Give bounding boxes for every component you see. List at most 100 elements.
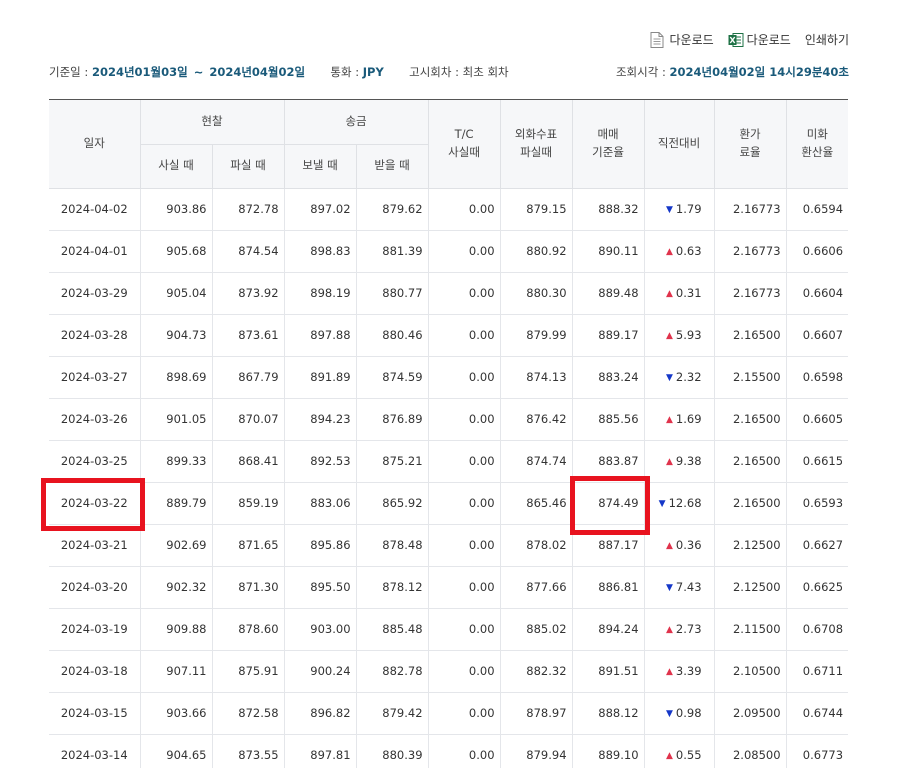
cell-check: 879.15 [500, 188, 573, 231]
cell-change: ▼ 0.98 [644, 692, 715, 735]
cell-remit-send: 891.89 [284, 356, 357, 399]
header-cash: 현찰 [140, 100, 285, 145]
cell-cash-sell: 870.07 [212, 398, 285, 441]
cell-cash-sell: 873.55 [212, 734, 285, 768]
cell-usd-rate: 0.6607 [786, 314, 849, 357]
query-conditions: 기준일 : 2024년01월03일 ~2024년04월02일 통화 : JPY 고… [49, 64, 509, 80]
cell-base-rate: 889.17 [572, 314, 645, 357]
cell-remit-receive: 878.12 [356, 566, 429, 609]
cell-change: ▲ 0.31 [644, 272, 715, 315]
cell-tc: 0.00 [428, 188, 501, 231]
cell-usd-rate: 0.6593 [786, 482, 849, 525]
cell-change: ▼ 12.68 [644, 482, 715, 525]
cell-commission: 2.12500 [714, 566, 787, 609]
header-check: 외화수표 파실때 [500, 100, 573, 189]
cell-remit-receive: 880.39 [356, 734, 429, 768]
cell-date: 2024-03-18 [49, 650, 141, 693]
triangle-up-icon: ▲ [666, 289, 673, 299]
cell-date: 2024-03-25 [49, 440, 141, 483]
cell-remit-receive: 878.48 [356, 524, 429, 567]
cell-check: 865.46 [500, 482, 573, 525]
excel-download-label: 다운로드 [746, 33, 791, 47]
cell-check: 885.02 [500, 608, 573, 651]
table-row: 2024-03-28 904.73 873.61 897.88 880.46 0.00 87… [49, 314, 849, 357]
cell-commission: 2.15500 [714, 356, 787, 399]
cell-change: ▲ 0.63 [644, 230, 715, 273]
cell-usd-rate: 0.6744 [786, 692, 849, 735]
table-row: 2024-04-01 905.68 874.54 898.83 881.39 0.00 88… [49, 230, 849, 273]
header-base-rate-text: 매매 기준율 [592, 126, 624, 159]
cell-cash-sell: 871.30 [212, 566, 285, 609]
change-value: 9.38 [675, 454, 702, 468]
pdf-download-button[interactable]: 다운로드 [650, 31, 714, 48]
cell-cash-buy: 901.05 [140, 398, 213, 441]
cell-change: ▲ 3.39 [644, 650, 715, 693]
cell-cash-buy: 904.65 [140, 734, 213, 768]
cell-remit-send: 898.19 [284, 272, 357, 315]
table-row: 2024-03-27 898.69 867.79 891.89 874.59 0.00 87… [49, 356, 849, 399]
cell-usd-rate: 0.6598 [786, 356, 849, 399]
cell-change: ▲ 0.36 [644, 524, 715, 567]
cell-usd-rate: 0.6708 [786, 608, 849, 651]
cell-change: ▲ 9.38 [644, 440, 715, 483]
cell-change: ▲ 5.93 [644, 314, 715, 357]
cell-commission: 2.08500 [714, 734, 787, 768]
cell-date: 2024-03-26 [49, 398, 141, 441]
cell-date: 2024-03-15 [49, 692, 141, 735]
header-remit-receive: 받을 때 [356, 144, 429, 189]
cell-remit-receive: 882.78 [356, 650, 429, 693]
cell-tc: 0.00 [428, 734, 501, 768]
query-info-bar: 기준일 : 2024년01월03일 ~2024년04월02일 통화 : JPY 고… [49, 64, 849, 82]
cell-remit-send: 897.88 [284, 314, 357, 357]
table-row: 2024-03-22 889.79 859.19 883.06 865.92 0.00 86… [49, 482, 849, 525]
excel-icon [728, 32, 744, 48]
cell-base-rate: 883.87 [572, 440, 645, 483]
cell-remit-send: 892.53 [284, 440, 357, 483]
currency-label: 통화 : [330, 65, 360, 79]
change-value: 1.79 [675, 202, 702, 216]
cell-commission: 2.12500 [714, 524, 787, 567]
header-tc-text: T/C 사실때 [448, 126, 480, 159]
cell-cash-buy: 905.04 [140, 272, 213, 315]
cell-remit-send: 903.00 [284, 608, 357, 651]
cell-base-rate: 891.51 [572, 650, 645, 693]
cell-date: 2024-03-29 [49, 272, 141, 315]
header-usd-rate: 미화 환산율 [786, 100, 849, 189]
cell-date: 2024-04-02 [49, 188, 141, 231]
cell-check: 874.74 [500, 440, 573, 483]
cell-cash-sell: 878.60 [212, 608, 285, 651]
cell-commission: 2.16500 [714, 482, 787, 525]
cell-remit-receive: 880.77 [356, 272, 429, 315]
table-row: 2024-04-02 903.86 872.78 897.02 879.62 0.00 87… [49, 188, 849, 231]
cell-change: ▼ 2.32 [644, 356, 715, 399]
excel-download-button[interactable]: 다운로드 [728, 31, 791, 48]
cell-cash-sell: 868.41 [212, 440, 285, 483]
query-time: 조회시각 : 2024년04월02일 14시29분40초 [616, 64, 849, 80]
cell-cash-sell: 875.91 [212, 650, 285, 693]
cell-check: 880.30 [500, 272, 573, 315]
cell-remit-send: 898.83 [284, 230, 357, 273]
cell-change: ▲ 0.55 [644, 734, 715, 768]
cell-remit-receive: 879.62 [356, 188, 429, 231]
cell-base-rate: 886.81 [572, 566, 645, 609]
toolbar: 다운로드 다운로드 인쇄하기 [650, 31, 849, 48]
cell-base-rate: 888.12 [572, 692, 645, 735]
triangle-down-icon: ▼ [658, 499, 666, 509]
cell-change: ▼ 1.79 [644, 188, 715, 231]
header-remit: 송금 [284, 100, 429, 145]
cell-usd-rate: 0.6625 [786, 566, 849, 609]
cell-date: 2024-03-27 [49, 356, 141, 399]
query-time-label: 조회시각 : [615, 65, 666, 79]
cell-tc: 0.00 [428, 440, 501, 483]
cell-cash-sell: 871.65 [212, 524, 285, 567]
cell-cash-buy: 899.33 [140, 440, 213, 483]
print-button[interactable]: 인쇄하기 [805, 31, 849, 48]
table-row: 2024-03-14 904.65 873.55 897.81 880.39 0.00 87… [49, 734, 849, 768]
triangle-up-icon: ▲ [666, 247, 673, 257]
query-time-value: 2024년04월02일 14시29분40초 [669, 65, 849, 79]
header-change: 직전대비 [644, 100, 715, 189]
change-value: 1.69 [675, 412, 702, 426]
header-base-rate: 매매 기준율 [572, 100, 645, 189]
triangle-up-icon: ▲ [666, 751, 673, 761]
cell-usd-rate: 0.6773 [786, 734, 849, 768]
